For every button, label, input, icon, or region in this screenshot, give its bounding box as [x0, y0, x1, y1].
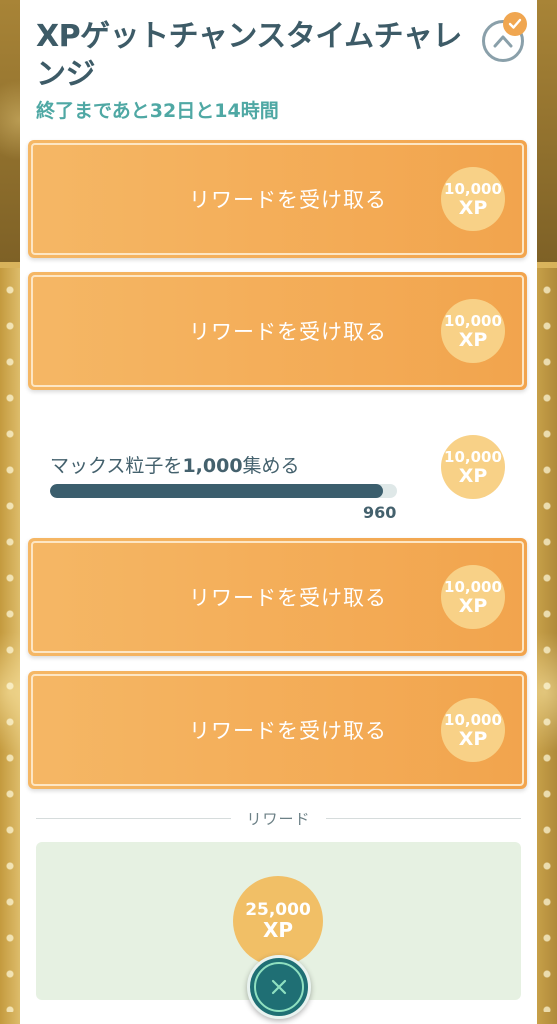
progress-task: マックス粒子を1,000集める 960 10,000 XP [28, 410, 527, 522]
xp-amount: 10,000 [444, 179, 502, 198]
progress-task-description: マックス粒子を1,000集める [50, 451, 300, 478]
check-icon [508, 18, 522, 29]
xp-reward-badge: 10,000 XP [441, 565, 505, 629]
progress-bar [50, 484, 397, 498]
divider-line [326, 818, 521, 819]
xp-unit: XP [262, 918, 294, 942]
page-title: XPゲットチャンスタイムチャレンジ [36, 19, 462, 92]
xp-reward-badge: 10,000 XP [441, 167, 505, 231]
claim-reward-task[interactable]: リワードを受け取る 10,000 XP [28, 140, 527, 258]
reward-divider: リワード [36, 808, 521, 828]
xp-reward-badge: 10,000 XP [441, 299, 505, 363]
xp-amount: 10,000 [444, 577, 502, 596]
xp-unit: XP [458, 727, 488, 750]
claim-reward-label: リワードを受け取る [189, 719, 387, 743]
xp-unit: XP [458, 464, 488, 487]
background-dots-left [0, 272, 20, 1012]
claim-reward-label: リワードを受け取る [189, 586, 387, 610]
xp-unit: XP [458, 196, 488, 219]
xp-amount: 10,000 [444, 311, 502, 330]
xp-reward-badge: 10,000 XP [441, 698, 505, 762]
time-remaining: 終了まであと32日と14時間 [36, 100, 279, 122]
claim-reward-label: リワードを受け取る [189, 320, 387, 344]
final-xp-reward-badge: 25,000 XP [233, 876, 323, 966]
close-icon [271, 979, 287, 995]
progress-bar-fill [50, 484, 384, 498]
divider-line [36, 818, 231, 819]
close-button[interactable] [247, 955, 311, 1019]
claim-reward-task[interactable]: リワードを受け取る 10,000 XP [28, 671, 527, 789]
claim-reward-label: リワードを受け取る [189, 188, 387, 212]
chevron-up-icon [493, 35, 513, 48]
reward-heading: リワード [246, 810, 311, 828]
progress-value: 960 [363, 503, 397, 522]
background-dots-right [537, 272, 557, 1012]
xp-reward-badge: 10,000 XP [441, 435, 505, 499]
task-text-before: マックス粒子を [50, 455, 183, 477]
completed-badge [503, 12, 527, 36]
xp-unit: XP [458, 328, 488, 351]
claim-reward-task[interactable]: リワードを受け取る 10,000 XP [28, 538, 527, 656]
task-text-after: 集める [242, 455, 300, 477]
task-text-amount: 1,000 [182, 455, 243, 477]
xp-amount: 10,000 [444, 710, 502, 729]
xp-amount: 10,000 [444, 447, 502, 466]
xp-unit: XP [458, 594, 488, 617]
claim-reward-task[interactable]: リワードを受け取る 10,000 XP [28, 272, 527, 390]
